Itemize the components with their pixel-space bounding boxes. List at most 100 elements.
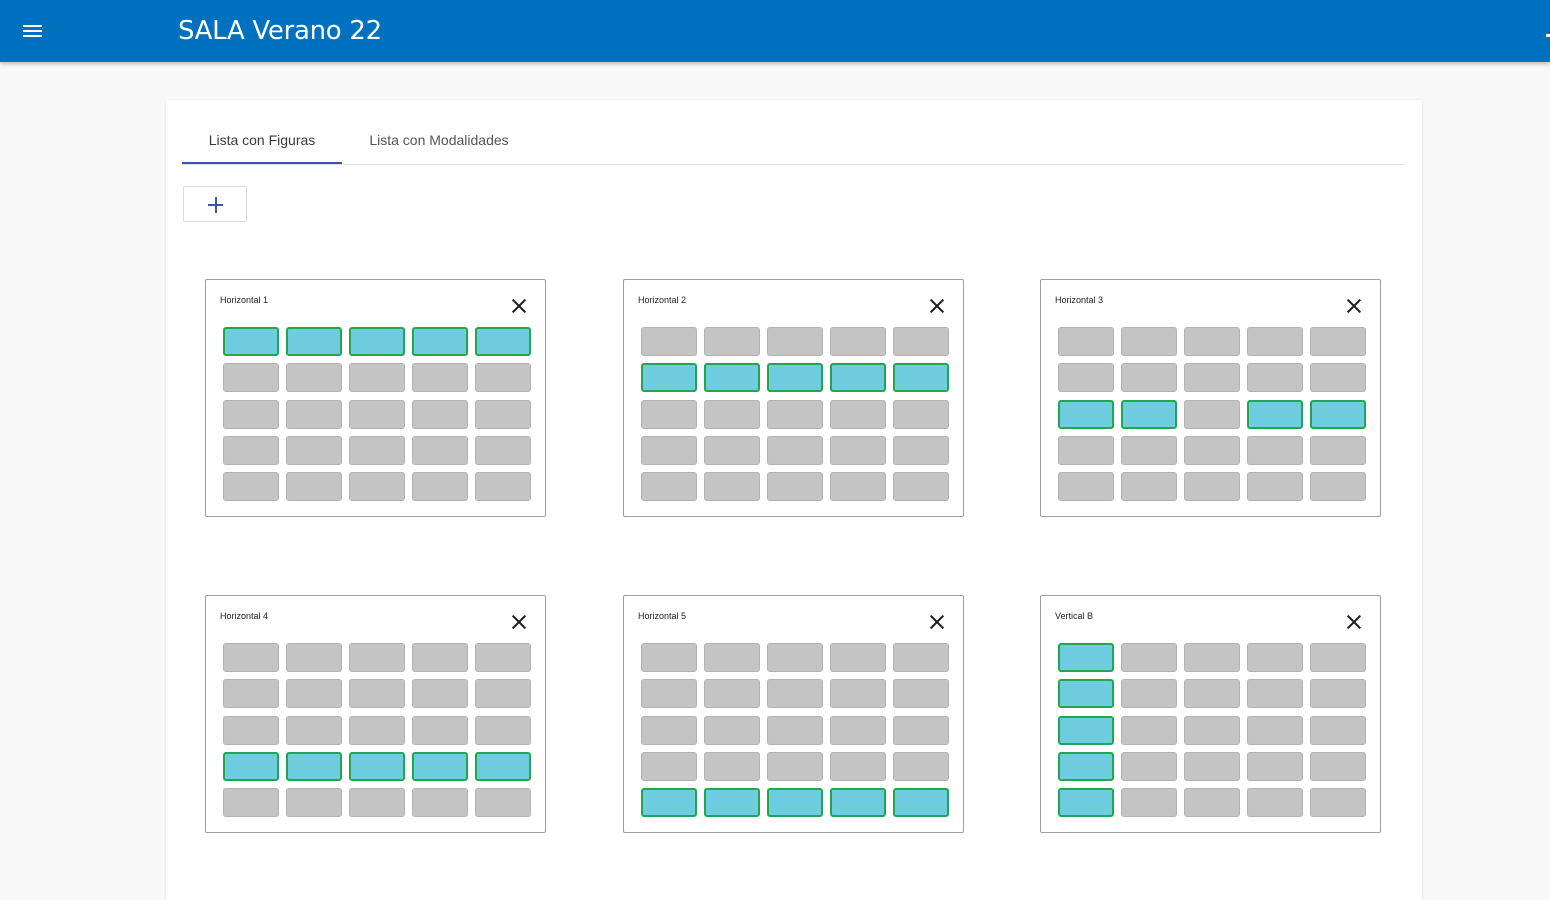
grid-cell[interactable] — [475, 363, 531, 393]
grid-cell-marked[interactable] — [1247, 399, 1303, 429]
grid-cell[interactable] — [641, 472, 697, 502]
grid-cell[interactable] — [767, 435, 823, 465]
grid-cell[interactable] — [1184, 788, 1240, 818]
grid-cell[interactable] — [223, 435, 279, 465]
close-icon[interactable] — [927, 612, 947, 632]
grid-cell[interactable] — [641, 643, 697, 672]
grid-cell[interactable] — [1310, 788, 1366, 818]
grid-cell-marked[interactable] — [349, 327, 405, 356]
grid-cell[interactable] — [1058, 363, 1114, 393]
grid-cell[interactable] — [641, 435, 697, 465]
grid-cell-marked[interactable] — [704, 363, 760, 393]
grid-cell[interactable] — [223, 643, 279, 672]
grid-cell[interactable] — [1184, 435, 1240, 465]
close-icon[interactable] — [1344, 296, 1364, 316]
grid-cell[interactable] — [475, 788, 531, 818]
grid-cell[interactable] — [1184, 643, 1240, 672]
grid-cell-marked[interactable] — [349, 751, 405, 781]
grid-cell[interactable] — [1121, 435, 1177, 465]
account-icon-partial[interactable] — [1546, 34, 1550, 37]
grid-cell[interactable] — [349, 643, 405, 672]
menu-button[interactable] — [14, 13, 52, 49]
grid-cell[interactable] — [830, 435, 886, 465]
grid-cell[interactable] — [286, 399, 342, 429]
grid-cell[interactable] — [349, 363, 405, 393]
grid-cell[interactable] — [641, 679, 697, 709]
grid-cell-marked[interactable] — [475, 751, 531, 781]
grid-cell[interactable] — [1184, 751, 1240, 781]
grid-cell[interactable] — [1247, 472, 1303, 502]
grid-cell[interactable] — [767, 399, 823, 429]
figure-card[interactable]: Horizontal 4 — [205, 595, 546, 833]
grid-cell[interactable] — [767, 715, 823, 745]
grid-cell-marked[interactable] — [223, 751, 279, 781]
grid-cell[interactable] — [767, 643, 823, 672]
grid-cell[interactable] — [1184, 472, 1240, 502]
grid-cell[interactable] — [830, 327, 886, 356]
grid-cell[interactable] — [1310, 679, 1366, 709]
grid-cell[interactable] — [893, 679, 949, 709]
grid-cell[interactable] — [1058, 327, 1114, 356]
grid-cell[interactable] — [767, 679, 823, 709]
grid-cell[interactable] — [1310, 715, 1366, 745]
tab-lista-con-figuras[interactable]: Lista con Figuras — [182, 118, 342, 164]
grid-cell[interactable] — [1247, 435, 1303, 465]
grid-cell-marked[interactable] — [223, 327, 279, 356]
grid-cell[interactable] — [1247, 327, 1303, 356]
grid-cell-marked[interactable] — [830, 788, 886, 818]
figure-card[interactable]: Horizontal 2 — [623, 279, 964, 517]
grid-cell[interactable] — [704, 435, 760, 465]
grid-cell[interactable] — [1310, 643, 1366, 672]
grid-cell[interactable] — [412, 363, 468, 393]
grid-cell-marked[interactable] — [286, 751, 342, 781]
grid-cell[interactable] — [704, 327, 760, 356]
grid-cell-marked[interactable] — [1310, 399, 1366, 429]
grid-cell[interactable] — [1310, 327, 1366, 356]
grid-cell[interactable] — [767, 327, 823, 356]
grid-cell[interactable] — [1247, 788, 1303, 818]
grid-cell[interactable] — [349, 715, 405, 745]
grid-cell[interactable] — [893, 435, 949, 465]
grid-cell-marked[interactable] — [893, 363, 949, 393]
grid-cell[interactable] — [1121, 751, 1177, 781]
grid-cell[interactable] — [1058, 472, 1114, 502]
grid-cell[interactable] — [223, 715, 279, 745]
grid-cell[interactable] — [475, 715, 531, 745]
grid-cell[interactable] — [830, 472, 886, 502]
grid-cell[interactable] — [893, 327, 949, 356]
grid-cell[interactable] — [286, 788, 342, 818]
close-icon[interactable] — [1344, 612, 1364, 632]
grid-cell[interactable] — [1184, 399, 1240, 429]
grid-cell[interactable] — [412, 715, 468, 745]
grid-cell-marked[interactable] — [1058, 751, 1114, 781]
grid-cell[interactable] — [641, 399, 697, 429]
grid-cell[interactable] — [1247, 679, 1303, 709]
figure-card[interactable]: Horizontal 3 — [1040, 279, 1381, 517]
grid-cell[interactable] — [1184, 715, 1240, 745]
grid-cell-marked[interactable] — [767, 788, 823, 818]
grid-cell[interactable] — [641, 327, 697, 356]
grid-cell[interactable] — [1247, 715, 1303, 745]
grid-cell[interactable] — [1247, 363, 1303, 393]
grid-cell[interactable] — [286, 363, 342, 393]
grid-cell[interactable] — [1058, 435, 1114, 465]
grid-cell[interactable] — [286, 435, 342, 465]
grid-cell[interactable] — [475, 679, 531, 709]
grid-cell-marked[interactable] — [767, 363, 823, 393]
grid-cell[interactable] — [412, 399, 468, 429]
grid-cell[interactable] — [704, 399, 760, 429]
add-figure-button[interactable] — [183, 186, 247, 222]
close-icon[interactable] — [509, 296, 529, 316]
grid-cell[interactable] — [1121, 363, 1177, 393]
grid-cell[interactable] — [1310, 751, 1366, 781]
grid-cell[interactable] — [641, 715, 697, 745]
grid-cell-marked[interactable] — [830, 363, 886, 393]
grid-cell[interactable] — [704, 472, 760, 502]
grid-cell[interactable] — [475, 399, 531, 429]
grid-cell-marked[interactable] — [1058, 715, 1114, 745]
grid-cell[interactable] — [641, 751, 697, 781]
grid-cell[interactable] — [830, 679, 886, 709]
grid-cell[interactable] — [704, 715, 760, 745]
grid-cell[interactable] — [1184, 363, 1240, 393]
grid-cell[interactable] — [286, 472, 342, 502]
